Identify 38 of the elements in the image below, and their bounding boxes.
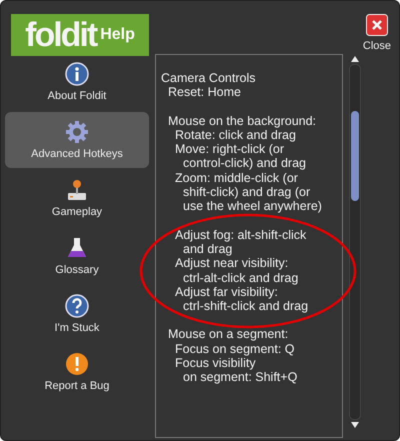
close-button[interactable]: Close xyxy=(362,14,391,54)
text-line: on segment: Shift+Q xyxy=(182,370,298,385)
text-line: Adjust fog: alt-shift-click xyxy=(175,228,308,242)
text-line: Reset: Home xyxy=(168,85,242,100)
joystick-icon xyxy=(65,178,89,202)
text-line: Zoom: middle-click (or xyxy=(175,170,299,186)
text-line: Focus on segment: Q xyxy=(175,342,296,356)
logo-suffix: Help xyxy=(100,26,135,44)
text-line: ctrl-alt-click and drag xyxy=(182,270,300,285)
scroll-up-arrow-icon xyxy=(351,56,359,62)
sidebar-item[interactable]: I'm Stuck xyxy=(5,286,149,342)
sidebar-item[interactable]: Report a Bug xyxy=(5,344,149,400)
text-line: Rotate: click and drag xyxy=(175,128,296,142)
text-line: Move: right-click (or xyxy=(175,142,286,156)
text-line: and drag xyxy=(183,242,232,256)
exclamation-icon xyxy=(65,352,89,376)
logo-wordmark: foldit xyxy=(25,16,96,54)
close-icon xyxy=(366,14,388,36)
text-line: ctrl-shift-click and drag xyxy=(182,299,310,314)
gear-icon xyxy=(65,120,89,144)
sidebar-item[interactable]: Gameplay xyxy=(5,170,149,226)
scroll-down-arrow-icon xyxy=(351,422,359,428)
text-line: Focus visibility xyxy=(175,356,256,370)
text-line: Camera Controls xyxy=(161,71,256,86)
flask-icon xyxy=(65,236,89,260)
text-line: shift-click) and drag (or xyxy=(182,185,312,200)
text-line: Mouse on the background: xyxy=(168,114,318,128)
sidebar-item[interactable]: Glossary xyxy=(5,228,149,284)
scrollbar-thumb[interactable] xyxy=(351,111,359,201)
help-icon xyxy=(65,294,89,318)
text-line: Mouse on a segment: xyxy=(168,327,290,342)
info-icon xyxy=(65,62,89,86)
text-line: control-click) and drag xyxy=(182,156,307,171)
sidebar-item[interactable]: About Foldit xyxy=(5,54,149,110)
text-line: use the wheel anywhere) xyxy=(182,199,323,214)
text-line: Adjust far visibility: xyxy=(175,284,278,300)
text-line: Adjust near visibility: xyxy=(175,256,290,271)
sidebar-item[interactable]: Advanced Hotkeys xyxy=(5,112,149,168)
